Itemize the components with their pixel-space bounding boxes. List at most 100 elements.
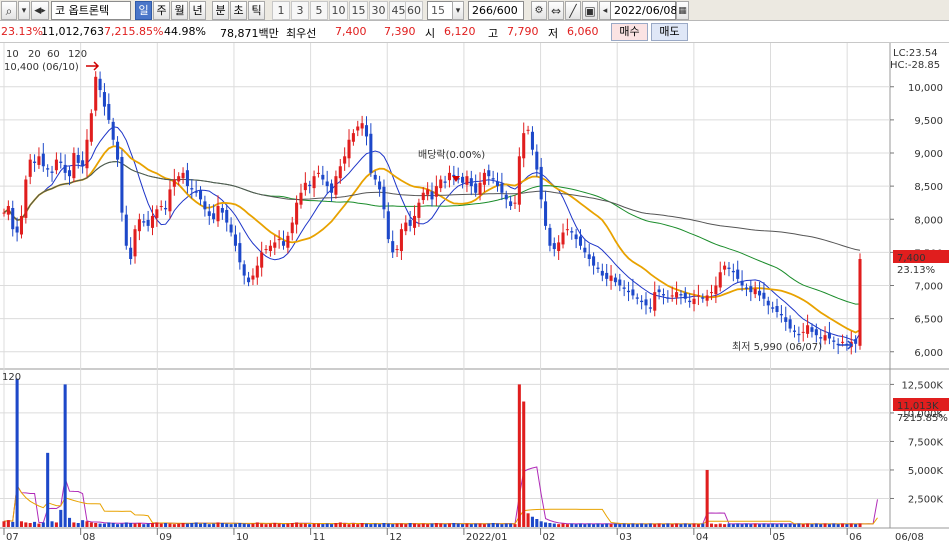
open-label: 시 xyxy=(425,27,436,40)
candle-body xyxy=(648,307,652,309)
candle-body xyxy=(731,270,735,273)
price-tick-label: 9,000 xyxy=(914,149,943,160)
count-input[interactable]: 266/600 xyxy=(468,1,524,20)
tab-month[interactable]: 월 xyxy=(171,1,188,20)
volume-bar xyxy=(535,519,539,527)
tab-minute[interactable]: 분 xyxy=(212,1,229,20)
volume-bar xyxy=(378,524,382,527)
volume-bar xyxy=(814,523,818,527)
interval-5[interactable]: 5 xyxy=(310,1,328,20)
interval-input[interactable]: 15 xyxy=(427,1,453,20)
candle-body xyxy=(749,286,753,293)
volume-bar xyxy=(181,523,185,527)
interval-15[interactable]: 15 xyxy=(349,1,368,20)
volume-bar xyxy=(487,523,491,527)
interval-60[interactable]: 60 xyxy=(405,1,423,20)
candle-body xyxy=(102,92,106,107)
volume-bar xyxy=(443,524,447,527)
volume-bar xyxy=(281,524,286,527)
candle-body xyxy=(574,234,578,240)
candle-body xyxy=(495,181,500,187)
candle-body xyxy=(185,170,189,187)
volume-bar xyxy=(46,452,50,527)
volume-bar xyxy=(268,523,272,527)
price-tick-label: 7,000 xyxy=(914,282,943,293)
save-icon[interactable]: ▣ xyxy=(582,1,598,20)
candle-body xyxy=(155,209,159,218)
candle-body xyxy=(657,289,661,293)
candle-body xyxy=(255,265,259,278)
volume-bar xyxy=(41,522,45,527)
interval-3[interactable]: 3 xyxy=(291,1,309,20)
volume-bar xyxy=(343,523,347,527)
volume-bar xyxy=(421,523,425,527)
volume-bar xyxy=(203,523,207,527)
volume-bar xyxy=(50,521,54,527)
prev-stock-icon[interactable]: ◀▸ xyxy=(31,1,49,20)
volume-bar xyxy=(465,523,469,527)
code-search-icon[interactable]: ⌕ xyxy=(1,1,17,20)
chart-canvas[interactable]: 10,0009,5009,0008,5008,0007,5007,0006,50… xyxy=(0,43,949,542)
candle-body xyxy=(744,287,748,289)
candle-body xyxy=(526,129,530,131)
tab-second[interactable]: 초 xyxy=(230,1,247,20)
dropdown-arrow-icon[interactable]: ▾ xyxy=(18,1,30,20)
volume-bar xyxy=(129,523,133,527)
candle-body xyxy=(771,307,775,309)
candle-body xyxy=(373,174,377,180)
candle-body xyxy=(190,188,194,190)
candle-settings-icon[interactable]: ⚙ xyxy=(531,1,547,20)
volume-bar xyxy=(723,524,727,527)
candle-body xyxy=(76,154,80,163)
volume-bar xyxy=(120,523,124,527)
volume-bar xyxy=(185,523,189,527)
volume-bar xyxy=(461,524,465,527)
candle-body xyxy=(653,292,657,311)
chart-type-icon[interactable]: ╱ xyxy=(565,1,581,20)
candle-body xyxy=(408,219,412,226)
candle-body xyxy=(552,243,556,250)
candle-body xyxy=(364,125,369,137)
buy-button[interactable]: 매수 xyxy=(611,23,648,41)
sell-button[interactable]: 매도 xyxy=(651,23,688,41)
candle-body xyxy=(452,174,456,177)
interval-10[interactable]: 10 xyxy=(329,1,348,20)
zoom-icon[interactable]: ⇔ xyxy=(548,1,564,20)
current-change-value: 23.13% xyxy=(897,265,935,276)
candle-body xyxy=(63,164,67,173)
tab-day[interactable]: 일 xyxy=(135,1,152,20)
stock-chart[interactable]: 10,0009,5009,0008,5008,0007,5007,0006,50… xyxy=(0,43,949,542)
price-tick-label: 8,000 xyxy=(914,215,943,226)
volume-bar xyxy=(11,521,15,527)
date-input[interactable]: 2022/06/08 xyxy=(610,1,677,20)
volume-bar xyxy=(797,523,801,527)
candle-body xyxy=(404,222,408,232)
date-tick-label: 2022/01 xyxy=(466,532,508,542)
volume-bar xyxy=(286,523,290,527)
date-tick-label: 11 xyxy=(313,532,326,542)
interval-dropdown-icon[interactable]: ▾ xyxy=(452,1,464,20)
stock-name-field[interactable]: 코 옵트론텍 xyxy=(51,1,131,20)
date-tick-label: 04 xyxy=(696,532,709,542)
change-percent: 23.13% xyxy=(1,25,43,38)
price-tick-label: 8,500 xyxy=(914,182,943,193)
volume-bar xyxy=(334,523,338,527)
volume-bar xyxy=(648,523,652,527)
volume-bar xyxy=(316,523,320,527)
candle-body xyxy=(426,189,430,195)
volume-bar xyxy=(404,524,408,527)
candle-body xyxy=(54,159,58,171)
tab-year[interactable]: 년 xyxy=(189,1,206,20)
tab-week[interactable]: 주 xyxy=(153,1,170,20)
candle-body xyxy=(465,176,469,185)
interval-1[interactable]: 1 xyxy=(272,1,290,20)
candle-body xyxy=(242,264,246,276)
interval-30[interactable]: 30 xyxy=(369,1,388,20)
calendar-icon[interactable]: ▦ xyxy=(676,1,689,20)
volume-bar xyxy=(395,523,399,527)
volume-bar xyxy=(430,523,434,527)
tab-tick[interactable]: 틱 xyxy=(248,1,265,20)
volume-bar xyxy=(644,524,648,527)
candle-body xyxy=(727,267,731,269)
volume-bar xyxy=(439,523,443,527)
